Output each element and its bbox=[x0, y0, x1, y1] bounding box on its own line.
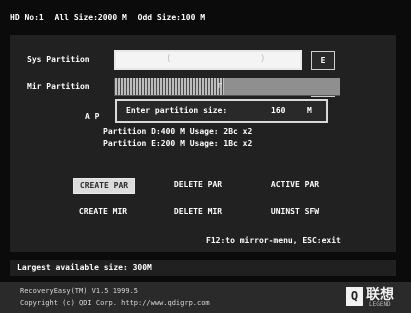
create-par-button[interactable]: CREATE PAR bbox=[73, 178, 135, 194]
legend-logo-subtitle: LEGEND bbox=[369, 301, 391, 308]
key-hint: F12:to mirror-menu, ESC:exit bbox=[206, 236, 341, 245]
partition-size-unit: M bbox=[307, 106, 312, 115]
slider-right-arrow-icon[interactable]: ) bbox=[260, 54, 265, 64]
status-bar: Largest available size: 300M bbox=[10, 260, 396, 276]
mir-partition-slider[interactable]: r bbox=[114, 78, 340, 96]
hd-number: HD No:1 bbox=[10, 13, 44, 22]
partition-size-input[interactable]: 160 bbox=[271, 106, 285, 116]
partition-row-e: Partition E:200 M Usage: 1Bc x2 bbox=[103, 139, 253, 148]
uninst-sfw-button[interactable]: UNINST SFW bbox=[265, 205, 325, 219]
qdi-logo-icon: Q bbox=[346, 287, 363, 306]
all-size: All Size:2000 M bbox=[54, 13, 127, 22]
create-mir-button[interactable]: CREATE MIR bbox=[73, 205, 133, 219]
mir-slider-arrow-icon[interactable]: r bbox=[217, 81, 222, 91]
slider-left-arrow-icon[interactable]: ( bbox=[166, 54, 171, 64]
active-par-button[interactable]: ACTIVE PAR bbox=[265, 178, 325, 192]
sys-partition-button[interactable]: E bbox=[311, 51, 335, 70]
sys-partition-slider[interactable]: ( ) bbox=[114, 50, 302, 70]
product-version: RecoveryEasy(TM) V1.5 1999.5 bbox=[20, 287, 139, 295]
delete-mir-button[interactable]: DELETE MIR bbox=[170, 205, 226, 219]
partition-size-dialog: Enter partition size: 160 M bbox=[115, 99, 328, 123]
footer: RecoveryEasy(TM) V1.5 1999.5 Copyright (… bbox=[0, 282, 411, 313]
partition-row-d: Partition D:400 M Usage: 2Bc x2 bbox=[103, 127, 253, 136]
main-panel: Sys Partition ( ) E Mir Partition E A P … bbox=[10, 35, 396, 252]
sys-partition-label: Sys Partition bbox=[27, 55, 90, 64]
partition-list-label: A P bbox=[85, 112, 100, 121]
header-bar: HD No:1 All Size:2000 M Odd Size:100 M bbox=[10, 13, 401, 25]
odd-size: Odd Size:100 M bbox=[137, 13, 206, 22]
largest-size-text: Largest available size: 300M bbox=[17, 263, 152, 272]
mir-partition-label: Mir Partition bbox=[27, 82, 90, 91]
mir-slider-hatch bbox=[114, 78, 224, 95]
delete-par-button[interactable]: DELETE PAR bbox=[170, 178, 226, 192]
dialog-prompt: Enter partition size: bbox=[126, 106, 228, 115]
sys-slider-fill bbox=[116, 52, 300, 68]
copyright-text: Copyright (c) QDI Corp. http://www.qdigr… bbox=[20, 299, 210, 307]
